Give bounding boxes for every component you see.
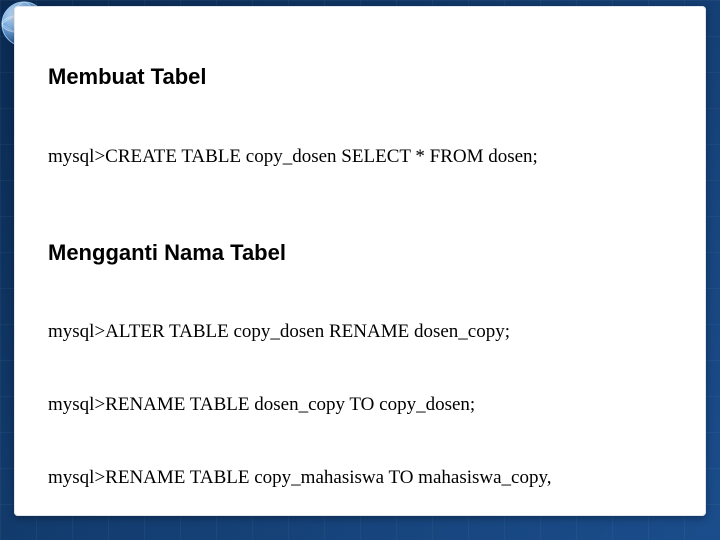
- section-title-rename: Mengganti Nama Tabel: [48, 240, 672, 266]
- code-line: mysql>ALTER TABLE copy_dosen RENAME dose…: [48, 320, 672, 344]
- code-line: mysql>CREATE TABLE copy_dosen SELECT * F…: [48, 145, 672, 169]
- section-title-create: Membuat Tabel: [48, 64, 672, 90]
- code-block-create: mysql>CREATE TABLE copy_dosen SELECT * F…: [48, 96, 672, 218]
- code-line: mysql>RENAME TABLE dosen_copy TO copy_do…: [48, 393, 672, 417]
- code-block-rename: mysql>ALTER TABLE copy_dosen RENAME dose…: [48, 272, 672, 540]
- slide-content: Membuat Tabel mysql>CREATE TABLE copy_do…: [14, 6, 706, 516]
- code-line: mysql>RENAME TABLE copy_mahasiswa TO mah…: [48, 466, 672, 490]
